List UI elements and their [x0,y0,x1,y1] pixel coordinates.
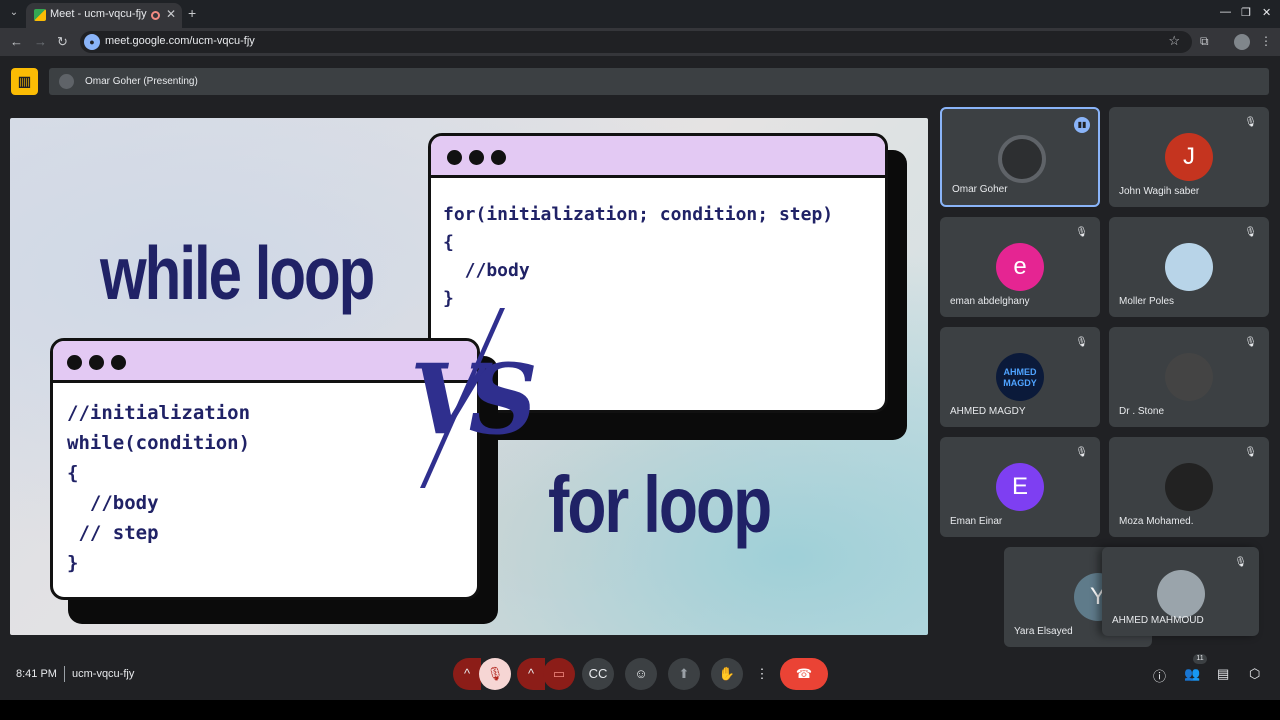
reload-icon[interactable]: ↻ [57,34,68,50]
clock: 8:41 PM [16,668,57,680]
participant-name: Eman Einar [950,516,1003,527]
window-dot [89,355,104,370]
presenter-avatar [59,74,74,89]
participant-tile[interactable]: J 🎙 John Wagih saber [1109,107,1269,207]
participant-name: Yara Elsayed [1014,626,1073,637]
mic-off-icon: 🎙 [1244,337,1257,348]
browser-menu-icon[interactable]: ⋮ [1260,34,1272,48]
meet-activity-icon[interactable]: ▥ [11,68,38,95]
audio-options-chevron[interactable]: ^ [453,658,481,690]
meet-favicon-icon [34,9,46,21]
close-tab-icon[interactable]: ✕ [166,7,176,21]
browser-tab[interactable]: Meet - ucm-vqcu-fjy ✕ [26,3,182,28]
meeting-info-icon[interactable]: ⓘ [1153,666,1166,685]
recording-indicator-icon [151,11,160,20]
window-dot [469,150,484,165]
participant-tile[interactable]: E 🎙 Eman Einar [940,437,1100,537]
forward-icon[interactable]: → [34,34,47,49]
mic-site-icon[interactable]: ● [84,34,100,50]
minimize-icon[interactable]: — [1220,6,1231,18]
for-loop-heading: for loop [548,459,772,550]
window-dot [111,355,126,370]
participant-name: Dr . Stone [1119,406,1165,417]
browser-tab-bar: ⌄ Meet - ucm-vqcu-fjy ✕ + — ❐ ✕ [0,0,1280,28]
participant-avatar: e [996,243,1044,291]
video-options-chevron[interactable]: ^ [517,658,545,690]
meeting-controls-bar: 8:41 PM ucm-vqcu-fjy ^ 🎙 ^ ▭ CC ☺ ⬆ ✋ ⋮ … [0,650,1280,700]
camera-off-button[interactable]: ▭ [543,658,575,690]
participant-avatar [1157,570,1205,618]
restore-icon[interactable]: ❐ [1241,6,1251,19]
participant-name: Moller Poles [1119,296,1175,307]
mic-off-icon: 🎙 [1244,447,1257,458]
mic-off-icon: 🎙 [1075,227,1088,238]
back-icon[interactable]: ← [10,34,23,49]
participant-avatar [998,135,1046,183]
presenting-bar: Omar Goher (Presenting) [49,68,1269,95]
bookmark-star-icon[interactable]: ☆ [1168,33,1180,49]
while-loop-heading: while loop [100,231,375,315]
new-tab-button[interactable]: + [188,5,196,21]
participant-name: eman abdelghany [950,296,1030,307]
extensions-icon[interactable]: ⧉ [1200,34,1209,49]
participant-name: AHMED MAHMOUD [1112,615,1204,626]
tab-title: Meet - ucm-vqcu-fjy [50,8,147,20]
vs-label: VS [410,343,538,456]
participant-tile[interactable]: ▮▮ Omar Goher [940,107,1100,207]
window-titlebar [431,136,885,178]
people-count-badge: 11 [1193,654,1207,664]
profile-avatar[interactable] [1234,34,1250,50]
participant-avatar [1165,243,1213,291]
participant-avatar: J [1165,133,1213,181]
divider [64,666,65,682]
participant-tile[interactable]: 🎙 Dr . Stone [1109,327,1269,427]
more-options-button[interactable]: ⋮ [752,658,772,690]
captions-button[interactable]: CC [582,658,614,690]
mic-off-icon: 🎙 [1075,337,1088,348]
participant-name: AHMED MAGDY [950,406,1026,417]
for-loop-code: for(initialization; condition; step) { /… [443,204,834,309]
tab-search-icon[interactable]: ⌄ [6,5,22,21]
participant-avatar: AHMED MAGDY [996,353,1044,401]
shared-screen: while loop for(initialization; condition… [10,118,928,635]
participant-name: Moza Mohamed. [1119,516,1194,527]
leave-call-button[interactable]: ☎ [780,658,828,690]
while-loop-code: //initialization while(condition) { //bo… [67,402,251,574]
mic-off-icon: 🎙 [1244,227,1257,238]
participant-name: John Wagih saber [1119,186,1200,197]
window-dot [447,150,462,165]
participant-tile[interactable]: e 🎙 eman abdelghany [940,217,1100,317]
participant-tile[interactable]: 🎙 Moza Mohamed. [1109,437,1269,537]
participant-avatar: E [996,463,1044,511]
mic-off-icon: 🎙 [1244,117,1257,128]
window-dot [491,150,506,165]
close-window-icon[interactable]: ✕ [1262,6,1271,19]
mic-off-icon: 🎙 [1075,447,1088,458]
participant-avatar [1165,463,1213,511]
participant-avatar [1165,353,1213,401]
window-dot [67,355,82,370]
raise-hand-button[interactable]: ✋ [711,658,743,690]
mic-off-icon: 🎙 [1234,557,1247,568]
people-icon[interactable]: 👥 [1184,666,1200,682]
participant-name: Omar Goher [952,184,1008,195]
url-text[interactable]: meet.google.com/ucm-vqcu-fjy [105,35,255,47]
meeting-code: ucm-vqcu-fjy [72,668,135,680]
mic-off-button[interactable]: 🎙 [479,658,511,690]
chat-icon[interactable]: ▤ [1217,666,1229,682]
letterbox-bar [0,700,1280,720]
present-screen-button[interactable]: ⬆ [668,658,700,690]
participant-tile[interactable]: 🎙 AHMED MAHMOUD [1102,547,1259,636]
activities-icon[interactable]: ⬡ [1249,666,1260,682]
address-bar-row: ← → ↻ ● meet.google.com/ucm-vqcu-fjy ☆ ⧉… [0,28,1280,56]
speaking-indicator-icon: ▮▮ [1074,117,1090,133]
participant-tile[interactable]: AHMED MAGDY 🎙 AHMED MAGDY [940,327,1100,427]
participant-tile[interactable]: 🎙 Moller Poles [1109,217,1269,317]
emoji-reaction-button[interactable]: ☺ [625,658,657,690]
presenting-label: Omar Goher (Presenting) [85,76,198,87]
omnibox[interactable]: ● meet.google.com/ucm-vqcu-fjy ☆ [80,31,1192,53]
